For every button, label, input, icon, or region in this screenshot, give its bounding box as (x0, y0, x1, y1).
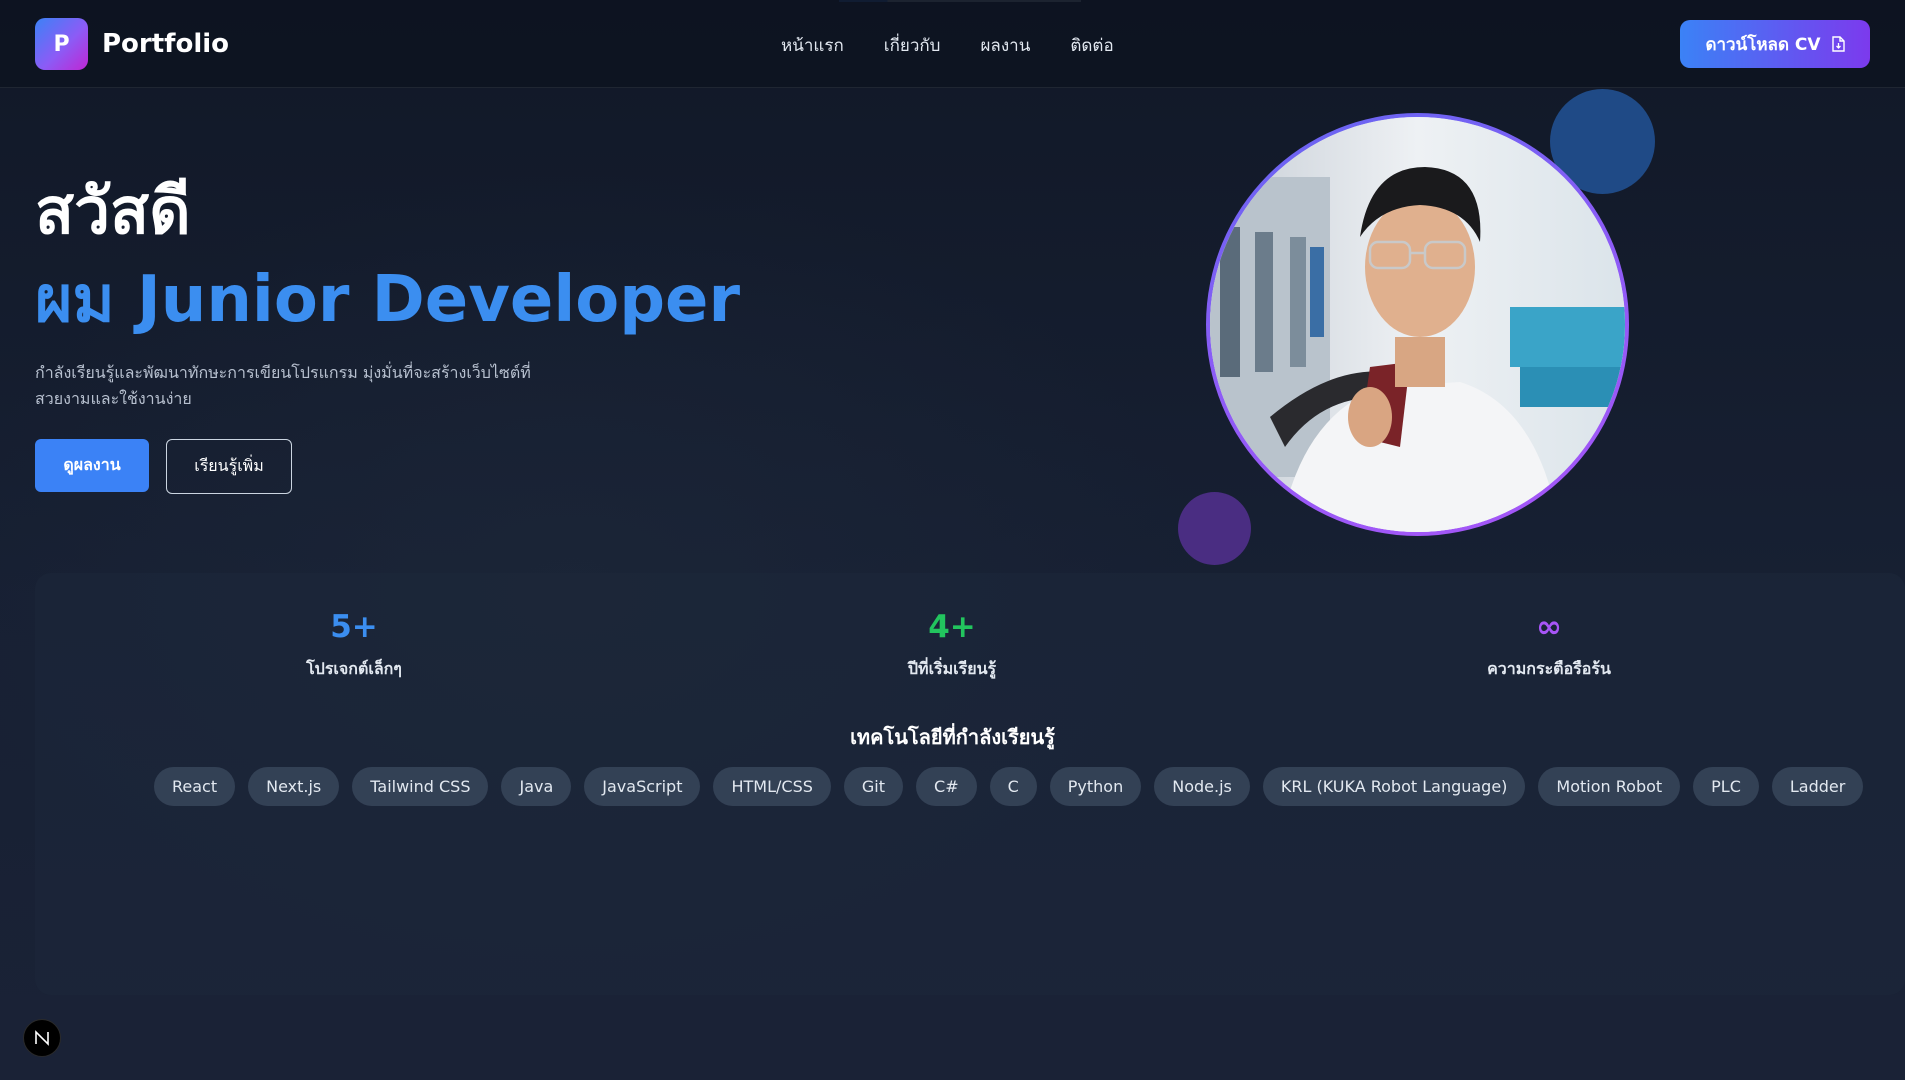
tech-chip: HTML/CSS (713, 767, 831, 806)
tech-chip: Tailwind CSS (352, 767, 489, 806)
tech-chip: Git (843, 767, 904, 806)
next-dev-indicator-icon[interactable] (23, 1019, 61, 1057)
tech-chip: Ladder (1771, 767, 1864, 806)
decorative-blob-purple (1178, 492, 1251, 565)
nav-portfolio[interactable]: ผลงาน (980, 32, 1030, 59)
n-logo-icon (35, 1030, 49, 1046)
tech-chip-list: React Next.js Tailwind CSS Java JavaScript HT… (154, 767, 1864, 806)
tech-chip: Next.js (248, 767, 340, 806)
stat-enthusiasm-value: ∞ (1536, 609, 1562, 645)
profile-photo (1210, 117, 1625, 532)
tech-chip: PLC (1693, 767, 1759, 806)
download-cv-label: ดาวน์โหลด CV (1705, 34, 1821, 55)
tech-chip: Node.js (1154, 767, 1250, 806)
stat-projects-label: โปรเจกต์เล็กๆ (306, 659, 402, 678)
file-download-icon (1831, 36, 1845, 52)
tech-chip: KRL (KUKA Robot Language) (1262, 767, 1526, 806)
stat-years: 4+ ปีที่เริ่มเรียนรู้ (832, 612, 1072, 682)
tech-chip: Motion Robot (1538, 767, 1681, 806)
stat-years-label: ปีที่เริ่มเรียนรู้ (907, 659, 997, 678)
nav-home[interactable]: หน้าแรก (781, 32, 844, 59)
tech-chip: React (154, 767, 236, 806)
logo-text: Portfolio (102, 29, 230, 59)
hero-description: กำลังเรียนรู้และพัฒนาทักษะการเขียนโปรแกร… (35, 363, 531, 408)
hero-greeting: สวัสดี (35, 175, 191, 249)
profile-photo-ring (1206, 113, 1629, 536)
stat-enthusiasm: ∞ ความกระตือรือร้น (1429, 612, 1669, 682)
logo[interactable]: P Portfolio (35, 18, 229, 70)
learn-more-button[interactable]: เรียนรู้เพิ่ม (166, 439, 292, 494)
nav-about[interactable]: เกี่ยวกับ (884, 32, 941, 59)
tech-chip: C (989, 767, 1037, 806)
download-cv-button[interactable]: ดาวน์โหลด CV (1680, 20, 1870, 68)
logo-mark: P (35, 18, 88, 70)
nav-contact[interactable]: ติดต่อ (1070, 32, 1113, 59)
tech-chip: Python (1049, 767, 1142, 806)
tech-section-title: เทคโนโลยีที่กำลังเรียนรู้ (850, 725, 1055, 749)
stat-enthusiasm-label: ความกระตือรือร้น (1487, 659, 1611, 678)
stat-projects-value: 5+ (330, 609, 378, 645)
tech-chip: JavaScript (584, 767, 701, 806)
hero-role: ผม Junior Developer (35, 263, 740, 337)
main-nav: หน้าแรก เกี่ยวกับ ผลงาน ติดต่อ (781, 32, 1114, 59)
profile-photo-illustration (1210, 117, 1625, 532)
view-portfolio-button[interactable]: ดูผลงาน (35, 439, 149, 492)
stat-projects: 5+ โปรเจกต์เล็กๆ (234, 612, 474, 682)
stat-years-value: 4+ (928, 609, 976, 645)
tech-chip: C# (916, 767, 977, 806)
tech-chip: Java (501, 767, 572, 806)
site-header: P Portfolio หน้าแรก เกี่ยวกับ ผลงาน ติดต… (0, 0, 1905, 88)
